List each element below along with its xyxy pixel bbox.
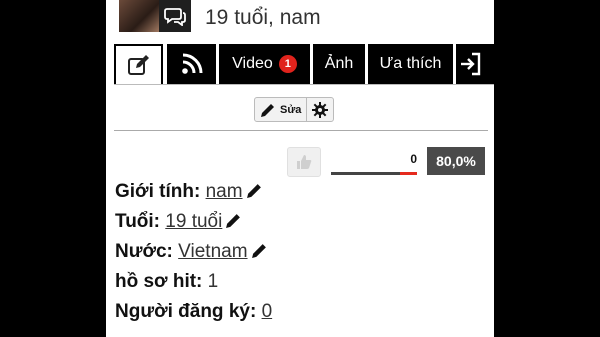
info-label: Giới tính: bbox=[115, 181, 201, 202]
gear-icon bbox=[312, 101, 329, 118]
edit-button[interactable]: Sửa bbox=[255, 98, 306, 121]
subscribers-link[interactable]: 0 bbox=[262, 301, 273, 322]
pencil-icon[interactable] bbox=[251, 242, 268, 265]
tab-video-label: Video bbox=[232, 55, 273, 72]
pencil-icon bbox=[261, 103, 274, 117]
rss-icon bbox=[181, 53, 202, 74]
tab-favorites[interactable]: Ưa thích bbox=[368, 44, 453, 84]
chat-icon bbox=[164, 8, 186, 26]
rating-bar bbox=[331, 172, 417, 175]
rating-bar-fill bbox=[331, 172, 400, 175]
rating-percent: 80,0% bbox=[427, 147, 485, 175]
message-button[interactable] bbox=[159, 0, 191, 32]
edit-button-label: Sửa bbox=[280, 103, 302, 116]
info-row: Tuổi: 19 tuổi bbox=[115, 211, 242, 235]
thumbs-up-icon bbox=[297, 155, 312, 169]
info-value-link[interactable]: 19 tuổi bbox=[165, 211, 222, 232]
like-button[interactable] bbox=[287, 147, 321, 177]
info-label: Nước: bbox=[115, 241, 173, 262]
sign-in-icon bbox=[461, 52, 481, 76]
info-label: Người đăng ký: bbox=[115, 301, 257, 322]
tab-photos[interactable]: Ảnh bbox=[313, 44, 365, 84]
tab-edit[interactable] bbox=[114, 44, 163, 84]
info-label: hồ sơ hit: bbox=[115, 271, 203, 292]
section-divider bbox=[114, 130, 488, 131]
info-label: Tuổi: bbox=[115, 211, 161, 232]
pencil-icon[interactable] bbox=[246, 182, 263, 205]
profile-title: 19 tuổi, nam bbox=[205, 6, 321, 29]
avatar-photo bbox=[119, 0, 159, 32]
profile-panel: 19 tuổi, nam Video 1 Ảnh Ưa thích Sửa 0 … bbox=[106, 0, 494, 337]
tab-favorites-label: Ưa thích bbox=[379, 55, 442, 72]
tab-underline bbox=[114, 84, 494, 85]
tab-video[interactable]: Video 1 bbox=[219, 44, 310, 84]
info-row: Nước: Vietnam bbox=[115, 241, 268, 265]
tab-feed[interactable] bbox=[167, 44, 216, 84]
info-value-link[interactable]: Vietnam bbox=[178, 241, 247, 262]
info-value-link[interactable]: nam bbox=[206, 181, 243, 202]
info-row: Người đăng ký: 0 bbox=[115, 301, 272, 323]
tab-photos-label: Ảnh bbox=[324, 55, 354, 72]
info-row: Giới tính: nam bbox=[115, 181, 263, 205]
likes-count: 0 bbox=[410, 152, 417, 166]
edit-toolbar: Sửa bbox=[254, 97, 335, 122]
info-row: hồ sơ hit: 1 bbox=[115, 271, 218, 293]
avatar[interactable] bbox=[119, 0, 191, 32]
video-count-badge: 1 bbox=[278, 55, 297, 73]
tab-more[interactable] bbox=[456, 44, 494, 84]
info-value: 1 bbox=[207, 271, 219, 292]
edit-icon bbox=[127, 55, 149, 75]
settings-button[interactable] bbox=[306, 98, 333, 121]
pencil-icon[interactable] bbox=[225, 212, 242, 235]
